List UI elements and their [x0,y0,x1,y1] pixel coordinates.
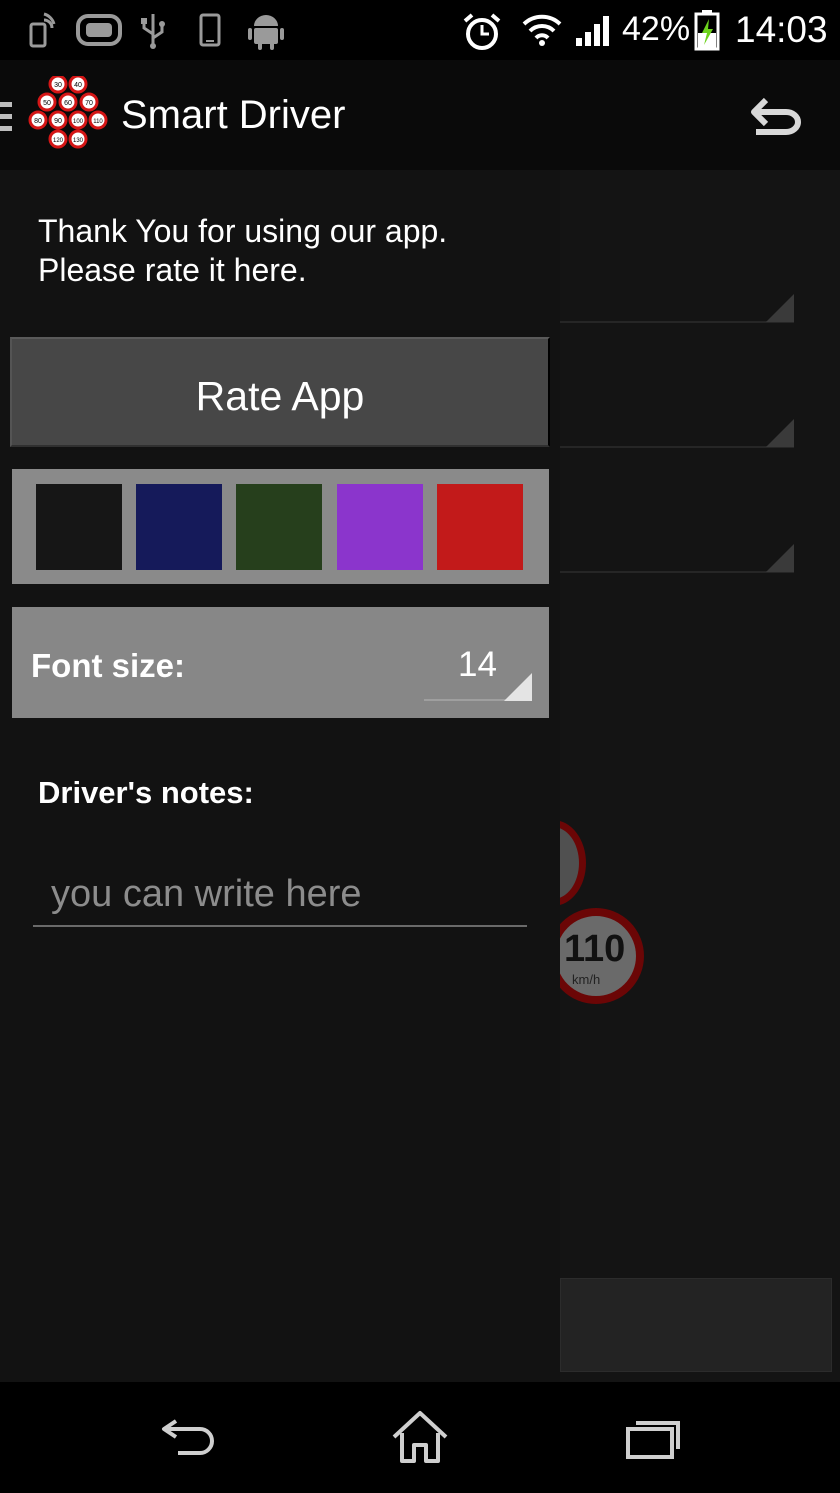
speed-sign-icon: 60 [58,92,78,112]
color-swatch-purple[interactable] [337,484,423,570]
phone-signal-icon [29,12,56,48]
thanks-message: Thank You for using our app. Please rate… [38,212,447,290]
svg-text:60: 60 [64,100,72,107]
color-swatch-black[interactable] [36,484,122,570]
spinner-underline-2 [560,446,794,448]
status-bar: 42% 14:03 [0,0,840,60]
return-arrow-icon[interactable] [750,96,802,136]
svg-text:100: 100 [73,119,84,125]
speed-sign-icon: 70 [79,92,99,112]
font-size-spinner[interactable]: 14 [424,627,532,703]
navigation-bar [0,1382,840,1493]
speed-sign-icon: 110 [88,110,108,130]
gameloft-icon [76,14,122,46]
spinner-underline-1 [560,321,794,323]
speed-sign-icon: 30 [48,76,68,94]
color-picker [12,469,549,584]
svg-text:90: 90 [54,118,62,125]
notes-input[interactable] [33,863,527,927]
font-size-value: 14 [458,645,497,684]
spinner-arrow-icon[interactable] [766,419,794,447]
svg-text:110: 110 [93,119,103,125]
back-icon[interactable] [150,1407,230,1467]
color-swatch-green[interactable] [236,484,322,570]
svg-text:80: 80 [34,118,42,125]
navigation-drawer: Thank You for using our app. Please rate… [0,170,560,1382]
spinner-arrow-icon[interactable] [766,544,794,572]
speed-sign-icon: 40 [68,76,88,94]
color-swatch-navy[interactable] [136,484,222,570]
notes-label: Driver's notes: [38,775,254,810]
clock: 14:03 [735,9,828,50]
svg-text:120: 120 [53,138,64,144]
color-swatch-red[interactable] [437,484,523,570]
speed-sign-icon: 90 [48,110,68,130]
rate-app-button[interactable]: Rate App [10,337,550,447]
battery-percent: 42% [622,10,691,48]
font-size-row: Font size: 14 [12,607,549,718]
android-icon [248,15,284,50]
svg-text:50: 50 [43,100,51,107]
wifi-icon [522,14,562,46]
spinner-arrow-icon[interactable] [766,294,794,322]
thanks-line-1: Thank You for using our app. [38,213,448,249]
action-bar: 30 40 50 60 70 80 90 100 110 120 130 Smart Driver [0,60,840,170]
home-icon[interactable] [380,1407,460,1467]
battery-charging-icon [694,10,720,51]
bottom-panel[interactable] [560,1278,832,1372]
recent-apps-icon[interactable] [614,1407,694,1467]
app-title: Smart Driver [121,93,346,137]
speed-sign-icon: 130 [68,129,88,149]
speed-limit-value: 110 [564,928,626,970]
phone-icon [199,13,221,47]
spinner-arrow-icon [504,673,532,701]
speed-sign-icon: 50 [37,92,57,112]
drawer-indicator-icon[interactable] [0,100,12,134]
spinner-underline-3 [560,571,794,573]
usb-icon [141,14,165,49]
speed-limit-sign: 110 km/h [548,908,644,1004]
app-logo-icon[interactable]: 30 40 50 60 70 80 90 100 110 120 130 [28,76,110,152]
speed-sign-icon: 120 [48,129,68,149]
svg-text:40: 40 [74,82,82,89]
speed-sign-icon: 100 [68,110,88,130]
svg-text:130: 130 [73,138,84,144]
alarm-icon [463,13,501,50]
svg-text:70: 70 [85,100,93,107]
speed-sign-icon: 80 [28,110,48,130]
speed-limit-unit: km/h [572,972,601,987]
thanks-line-2: Please rate it here. [38,252,307,288]
font-size-label: Font size: [31,647,185,684]
cell-signal-icon [576,16,609,46]
svg-text:30: 30 [54,82,62,89]
